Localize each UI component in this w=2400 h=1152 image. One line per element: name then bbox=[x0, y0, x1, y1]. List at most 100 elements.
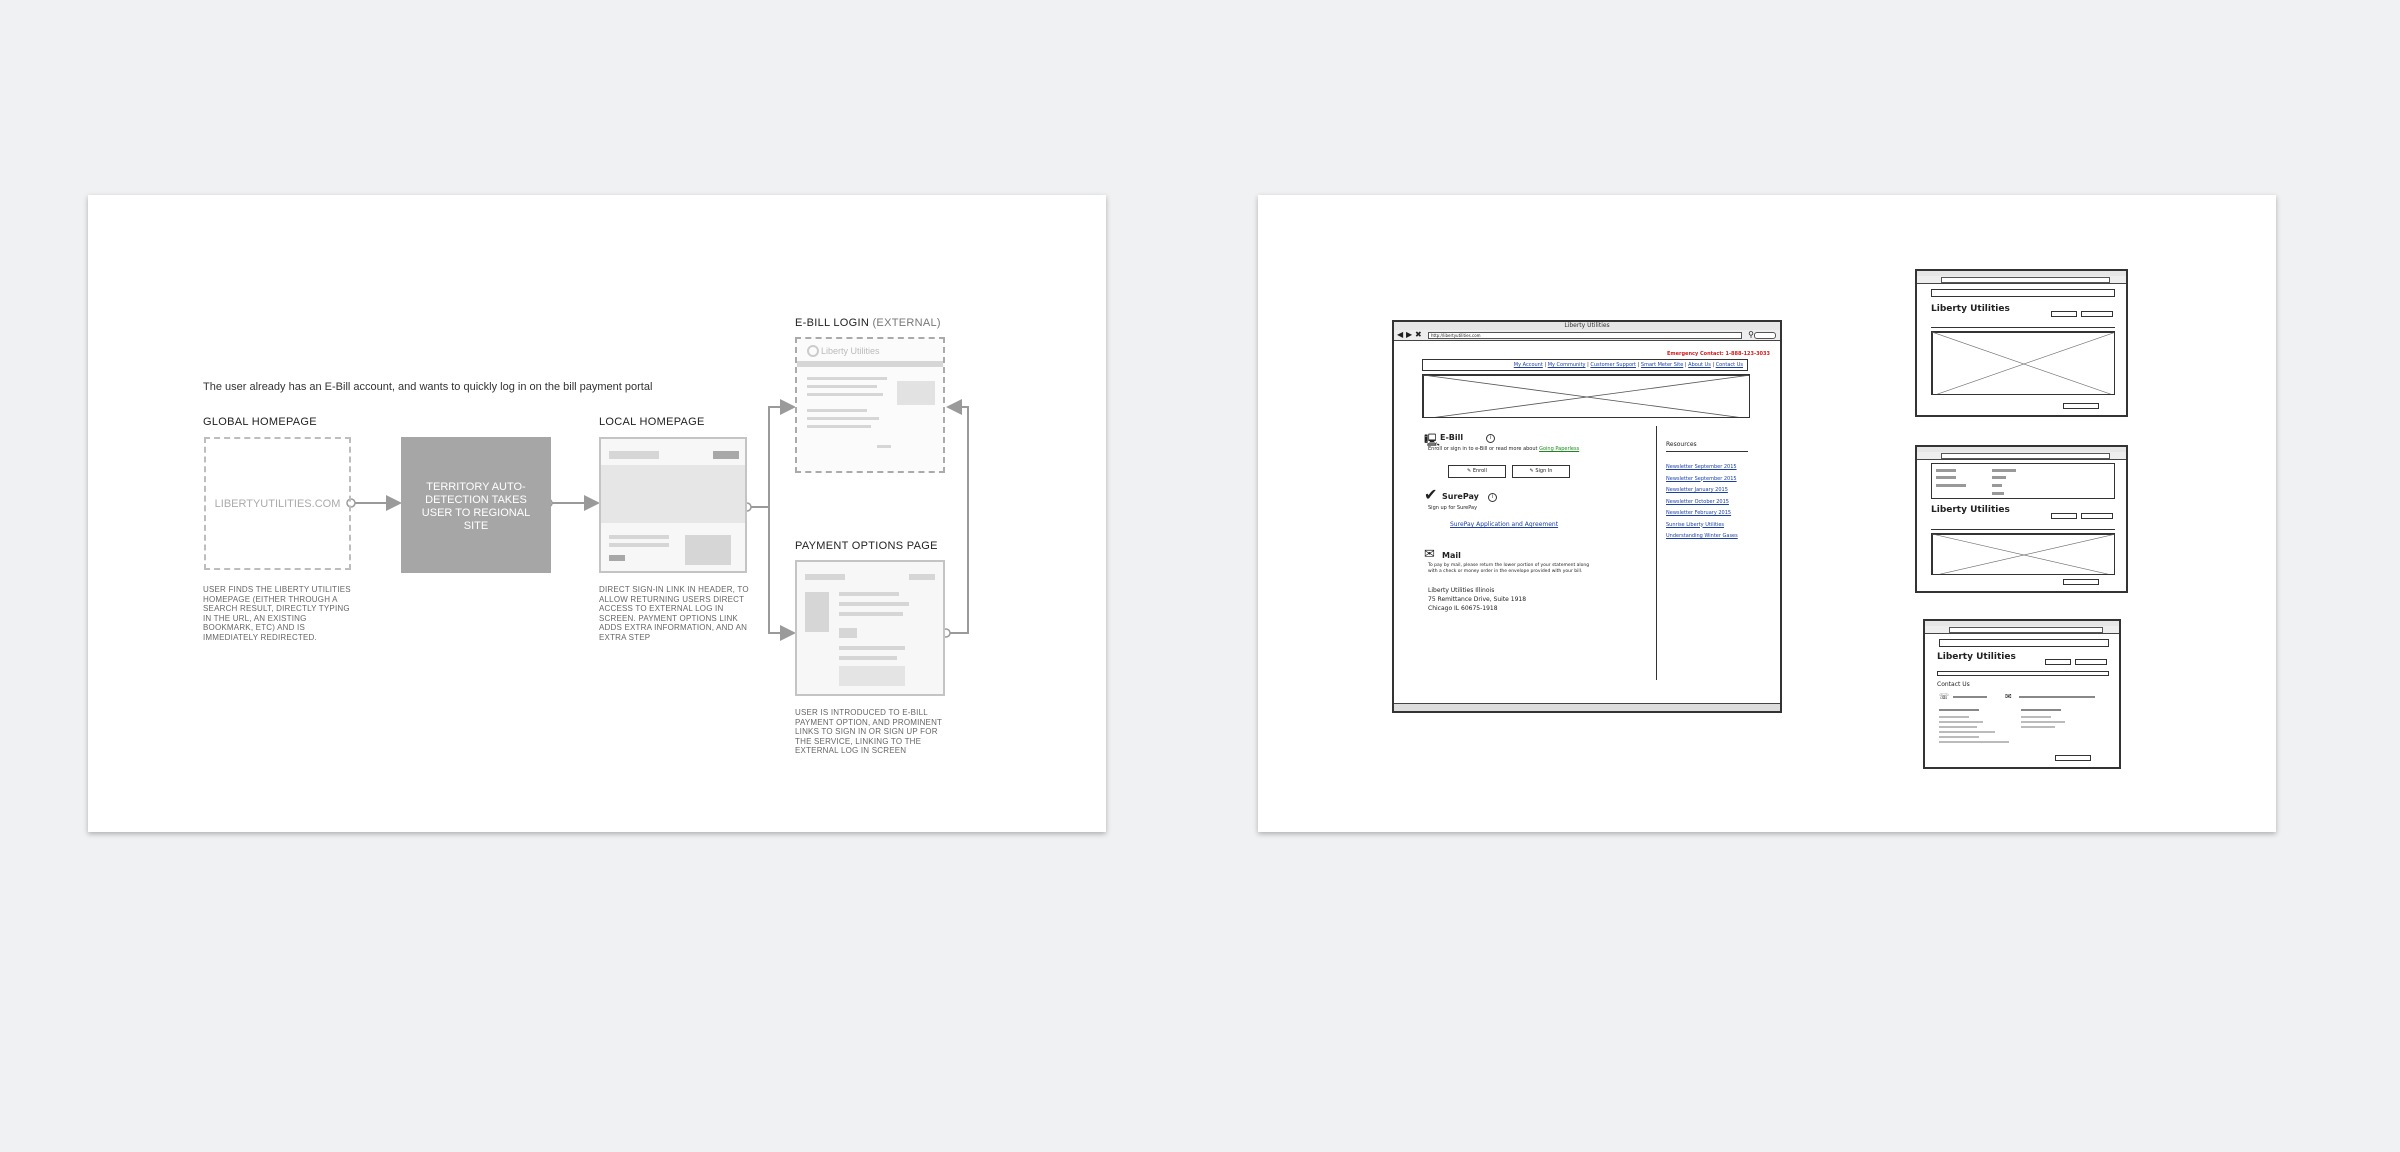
ebill-info-icon[interactable]: i bbox=[1486, 434, 1495, 443]
global-homepage-box: LIBERTYUTILITIES.COM bbox=[204, 437, 351, 570]
back-icon[interactable]: ◀ bbox=[1397, 330, 1403, 339]
mail-address-line-1: Liberty Utilities Illinois bbox=[1428, 587, 1495, 594]
wireframe-address-bar: ◀ ▶ ✖ http://libertyutilities.com ⚲ bbox=[1394, 330, 1780, 341]
small-hero-placeholder bbox=[1931, 533, 2115, 575]
mail-icon: ✉ bbox=[1424, 547, 1435, 562]
small-enroll-button[interactable] bbox=[2051, 311, 2077, 317]
ebill-text: Enroll or sign in to e-Bill or read more… bbox=[1428, 446, 1579, 453]
mail-heading: Mail bbox=[1442, 551, 1461, 560]
resource-link[interactable]: Understanding Winter Gases bbox=[1666, 531, 1738, 543]
search-field[interactable] bbox=[1754, 332, 1776, 339]
surepay-text: Sign up for SurePay bbox=[1428, 505, 1478, 511]
signin-label: Sign In bbox=[1535, 468, 1553, 474]
wireframe-status-bar bbox=[1394, 703, 1780, 711]
global-homepage-url: LIBERTYUTILITIES.COM bbox=[214, 498, 341, 510]
signin-icon: ✎ bbox=[1529, 468, 1534, 474]
small-hero-placeholder bbox=[1931, 331, 2115, 395]
resource-link[interactable]: Newsletter February 2015 bbox=[1666, 508, 1738, 520]
flow-diagram-panel: The user already has an E-Bill account, … bbox=[88, 195, 1106, 832]
small-footer-button[interactable] bbox=[2063, 579, 2099, 585]
resources-underline bbox=[1666, 451, 1748, 452]
contact-heading: Contact Us bbox=[1937, 681, 1970, 688]
homepage-wireframe-small: Liberty Utilities bbox=[1915, 269, 2128, 417]
surepay-agreement-link[interactable]: SurePay Application and Agreement bbox=[1450, 521, 1558, 528]
emergency-contact: Emergency Contact: 1-888-123-3033 bbox=[1667, 351, 1770, 357]
resources-divider bbox=[1656, 426, 1657, 680]
ebill-login-thumbnail: Liberty Utilities bbox=[795, 337, 945, 473]
small-footer-button[interactable] bbox=[2063, 403, 2099, 409]
mail-address: Liberty Utilities Illinois 75 Remittance… bbox=[1428, 586, 1526, 613]
surepay-info-icon[interactable]: i bbox=[1488, 493, 1497, 502]
resources-heading: Resources bbox=[1666, 441, 1697, 448]
nav-my-account[interactable]: My Account bbox=[1514, 362, 1543, 368]
small-brand-2: Liberty Utilities bbox=[1931, 505, 2010, 515]
local-homepage-title: LOCAL HOMEPAGE bbox=[599, 416, 705, 428]
enroll-label: Enroll bbox=[1472, 468, 1487, 474]
surepay-heading: SurePay bbox=[1442, 492, 1479, 501]
liberty-logo-icon bbox=[807, 345, 819, 357]
wireframes-panel: Liberty Utilities ◀ ▶ ✖ http://libertyut… bbox=[1258, 195, 2276, 832]
forward-icon[interactable]: ▶ bbox=[1406, 330, 1412, 339]
mail-address-line-3: Chicago IL 60675-1918 bbox=[1428, 605, 1498, 612]
local-homepage-description: DIRECT SIGN-IN LINK IN HEADER, TO ALLOW … bbox=[599, 585, 749, 642]
small-brand-1: Liberty Utilities bbox=[1931, 304, 2010, 314]
ebill-login-logo: Liberty Utilities bbox=[821, 346, 880, 356]
small-signin-button[interactable] bbox=[2081, 513, 2113, 519]
payment-options-thumbnail bbox=[795, 560, 945, 696]
signin-button[interactable]: ✎ Sign In bbox=[1512, 465, 1570, 478]
contact-wireframe-small: Liberty Utilities Contact Us ☏ ✉ bbox=[1923, 619, 2121, 769]
small-footer-button[interactable] bbox=[2055, 755, 2091, 761]
mail-address-line-2: 75 Remittance Drive, Suite 1918 bbox=[1428, 596, 1527, 603]
global-homepage-title: GLOBAL HOMEPAGE bbox=[203, 416, 317, 428]
url-field[interactable]: http://libertyutilities.com bbox=[1428, 332, 1742, 339]
small-enroll-button[interactable] bbox=[2051, 513, 2077, 519]
going-paperless-link[interactable]: Going Paperless bbox=[1539, 446, 1579, 452]
ebill-heading: E-Bill bbox=[1440, 433, 1464, 442]
close-icon[interactable]: ✖ bbox=[1415, 330, 1422, 339]
small-window-address-bar bbox=[1925, 626, 2119, 634]
ebill-login-qualifier: (EXTERNAL) bbox=[872, 317, 941, 329]
small-banner bbox=[1939, 639, 2109, 647]
small-nav-line bbox=[1931, 327, 2115, 328]
global-homepage-description: USER FINDS THE LIBERTY UTILITIES HOMEPAG… bbox=[203, 585, 351, 642]
enroll-button[interactable]: ✎ Enroll bbox=[1448, 465, 1506, 478]
resource-link[interactable]: Newsletter January 2015 bbox=[1666, 485, 1738, 497]
small-window-address-bar bbox=[1917, 452, 2126, 460]
small-nav-bar bbox=[1937, 671, 2109, 676]
resource-link[interactable]: Newsletter September 2015 bbox=[1666, 462, 1738, 474]
nav-about-us[interactable]: About Us bbox=[1688, 362, 1711, 368]
small-url-field[interactable] bbox=[1941, 453, 2110, 459]
enroll-icon: ✎ bbox=[1467, 468, 1472, 474]
territory-detection-box: TERRITORY AUTO-DETECTION TAKES USER TO R… bbox=[401, 437, 551, 573]
phone-icon: ☏ bbox=[1939, 692, 1950, 701]
small-window-address-bar bbox=[1917, 276, 2126, 284]
small-url-field[interactable] bbox=[1949, 627, 2103, 633]
small-enroll-button[interactable] bbox=[2045, 659, 2071, 665]
small-mail-icon: ✉ bbox=[2005, 692, 2012, 701]
resource-link[interactable]: Newsletter September 2015 bbox=[1666, 474, 1738, 486]
local-homepage-thumbnail bbox=[599, 437, 747, 573]
signin-dropdown-panel bbox=[1931, 463, 2115, 499]
ebill-login-title: E-BILL LOGIN (EXTERNAL) bbox=[795, 317, 941, 329]
nav-smart-meter[interactable]: Smart Meter Site bbox=[1641, 362, 1683, 368]
checkmark-icon: ✔ bbox=[1424, 485, 1438, 504]
resource-link[interactable]: Newsletter October 2015 bbox=[1666, 497, 1738, 509]
ebill-login-title-text: E-BILL LOGIN bbox=[795, 317, 870, 329]
small-nav-line bbox=[1931, 529, 2115, 530]
small-banner bbox=[1931, 289, 2115, 297]
payment-options-title: PAYMENT OPTIONS PAGE bbox=[795, 540, 938, 552]
nav-contact-us[interactable]: Contact Us bbox=[1716, 362, 1743, 368]
site-nav-links: My Account | My Community | Customer Sup… bbox=[1513, 362, 1743, 368]
nav-my-community[interactable]: My Community bbox=[1548, 362, 1586, 368]
small-signin-button[interactable] bbox=[2075, 659, 2107, 665]
small-signin-button[interactable] bbox=[2081, 311, 2113, 317]
small-url-field[interactable] bbox=[1941, 277, 2110, 283]
nav-customer-support[interactable]: Customer Support bbox=[1590, 362, 1636, 368]
payment-options-description: USER IS INTRODUCED TO E-BILL PAYMENT OPT… bbox=[795, 708, 943, 755]
ebill-text-body: Enroll or sign in to e-Bill or read more… bbox=[1428, 446, 1538, 452]
territory-detection-label: TERRITORY AUTO-DETECTION TAKES USER TO R… bbox=[421, 481, 531, 532]
payment-options-wireframe: Liberty Utilities ◀ ▶ ✖ http://libertyut… bbox=[1392, 320, 1782, 713]
resources-list: Newsletter September 2015 Newsletter Sep… bbox=[1666, 462, 1738, 543]
resource-link[interactable]: Sunrise Liberty Utilities bbox=[1666, 520, 1738, 532]
small-brand-3: Liberty Utilities bbox=[1937, 652, 2016, 662]
